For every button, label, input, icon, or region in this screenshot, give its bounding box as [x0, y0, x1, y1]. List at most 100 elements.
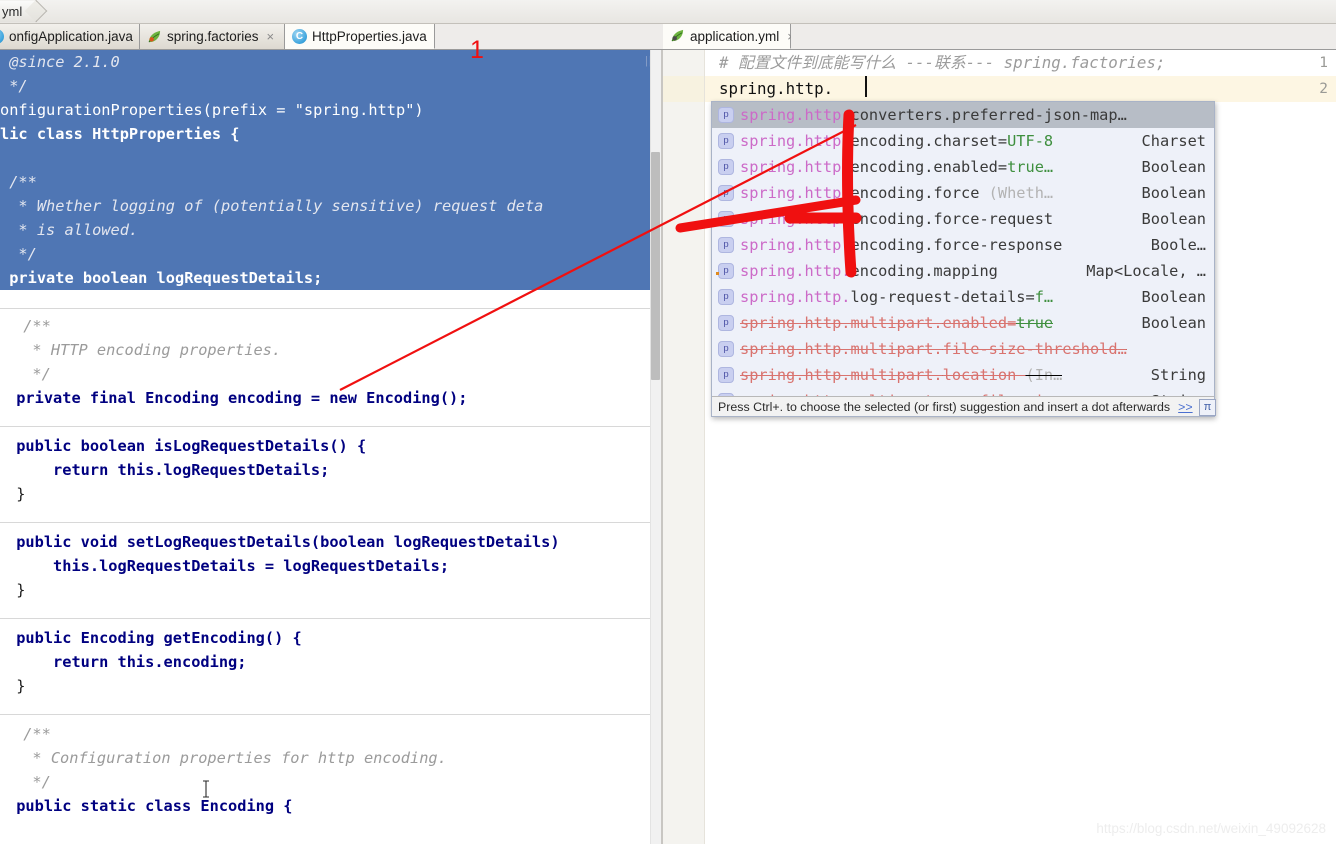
- annotation-number-1: 1: [470, 36, 484, 64]
- completion-item[interactable]: p spring.http.converters.preferred-json-…: [712, 102, 1214, 128]
- breadcrumb[interactable]: yml: [0, 1, 38, 22]
- code-line: }: [7, 581, 26, 599]
- completion-prefix: spring.http.: [740, 106, 851, 124]
- ide-window: yml C onfigApplication.java × spring.fac…: [0, 0, 1336, 844]
- completion-rest: file-size-threshold…: [942, 340, 1127, 358]
- completion-rest: converters.preferred-json-map…: [850, 106, 1127, 124]
- property-icon: p: [718, 133, 734, 149]
- code-line: this.logRequestDetails = logRequestDetai…: [7, 557, 450, 575]
- completion-rest: encoding.force-request: [850, 210, 1054, 228]
- property-icon: p: [718, 367, 734, 383]
- completion-value: true…: [1007, 158, 1054, 176]
- completion-prefix: spring.http.: [740, 236, 851, 254]
- completion-prefix: spring.http.multipart.: [740, 366, 943, 384]
- tab-label: application.yml: [690, 28, 780, 44]
- text-cursor-icon: [202, 780, 210, 798]
- completion-hint: (In…: [1025, 366, 1063, 384]
- completion-prefix: spring.http.: [740, 184, 851, 202]
- completion-type: Charset: [1141, 132, 1206, 150]
- tab-application-yml[interactable]: application.yml ×: [663, 24, 795, 49]
- completion-hint: (Wheth…: [988, 184, 1054, 202]
- completion-item-deprecated[interactable]: p spring.http.multipart.location (In… St…: [712, 362, 1214, 388]
- code-line: return this.logRequestDetails;: [7, 461, 330, 479]
- completion-item[interactable]: p spring.http.encoding.charset=UTF-8 Cha…: [712, 128, 1214, 154]
- code-line: */: [0, 77, 28, 95]
- completion-item[interactable]: p spring.http.log-request-details=f… Boo…: [712, 284, 1214, 310]
- code-fold-separator: [0, 522, 650, 523]
- completion-prefix: spring.http.: [740, 262, 851, 280]
- tab-label: onfigApplication.java: [9, 29, 133, 44]
- completion-type: Boolean: [1141, 184, 1206, 202]
- current-line-gutter-highlight: [663, 76, 705, 102]
- completion-footer-text: Press Ctrl+. to choose the selected (or …: [718, 399, 1171, 414]
- yaml-line-comment: # 配置文件到底能写什么 ---联系--- spring.factories;: [719, 53, 1166, 72]
- completion-prefix: spring.http.multipart.: [740, 314, 943, 332]
- spring-leaf-icon: [147, 30, 162, 44]
- tab-label: spring.factories: [167, 29, 259, 44]
- code-line: * Configuration properties for http enco…: [14, 749, 447, 767]
- code-line: @since 2.1.0: [0, 53, 120, 71]
- code-line: */: [0, 245, 37, 263]
- tab-spring-factories[interactable]: spring.factories ×: [140, 24, 285, 49]
- property-icon: p: [718, 237, 734, 253]
- code-fold-separator: [0, 618, 650, 619]
- completion-rest: encoding.mapping: [850, 262, 998, 280]
- completion-value: true: [1016, 314, 1054, 332]
- tab-http-properties-java[interactable]: C HttpProperties.java ×: [285, 24, 442, 49]
- completion-rest: location: [942, 366, 1026, 384]
- completion-item-deprecated[interactable]: p spring.http.multipart.enabled=true Boo…: [712, 310, 1214, 336]
- completion-type: Map<Locale, …: [1086, 262, 1206, 280]
- property-icon: p: [718, 341, 734, 357]
- line-number: 1: [1319, 55, 1328, 71]
- completion-type: Boolean: [1141, 314, 1206, 332]
- completion-item[interactable]: p spring.http.encoding.force (Wheth… Boo…: [712, 180, 1214, 206]
- completion-type: Boolean: [1141, 158, 1206, 176]
- code-line: public boolean isLogRequestDetails() {: [7, 437, 367, 455]
- completion-item[interactable]: p spring.http.encoding.force-request Boo…: [712, 206, 1214, 232]
- property-icon: p: [718, 289, 734, 305]
- code-line: public static class Encoding {: [7, 797, 293, 815]
- left-code-editor[interactable]: @since 2.1.0 */ onfigurationProperties(p…: [0, 50, 650, 844]
- completion-item[interactable]: p spring.http.encoding.force-response Bo…: [712, 232, 1214, 258]
- completion-item[interactable]: p spring.http.encoding.enabled=true… Boo…: [712, 154, 1214, 180]
- code-line: /**: [0, 173, 37, 191]
- completion-prefix: spring.http.: [740, 158, 851, 176]
- code-line: public void setLogRequestDetails(boolean…: [7, 533, 560, 551]
- close-icon[interactable]: ×: [267, 29, 275, 44]
- line-number: 2: [1319, 81, 1328, 97]
- code-line: lic class HttpProperties {: [0, 125, 240, 143]
- property-icon: p: [718, 107, 734, 123]
- yaml-line-key: spring.http.: [719, 79, 834, 98]
- code-completion-popup[interactable]: p spring.http.converters.preferred-json-…: [711, 101, 1215, 417]
- property-icon: p: [718, 185, 734, 201]
- code-line: }: [7, 485, 26, 503]
- line-number-gutter: [663, 50, 705, 844]
- breadcrumb-bar: yml: [0, 0, 1336, 24]
- code-line: * Whether logging of (potentially sensit…: [0, 197, 544, 215]
- completion-prefix: spring.http.: [740, 288, 851, 306]
- editor-tab-bar: C onfigApplication.java × spring.factori…: [0, 24, 1336, 50]
- java-class-icon: C: [0, 29, 4, 44]
- completion-footer-more-link[interactable]: >>: [1178, 400, 1192, 414]
- code-line: /**: [14, 725, 51, 743]
- code-line: }: [7, 677, 26, 695]
- watermark: https://blog.csdn.net/weixin_49092628: [1096, 821, 1326, 836]
- pi-badge-icon[interactable]: π: [1199, 399, 1216, 416]
- code-line: * is allowed.: [0, 221, 139, 239]
- code-line: return this.encoding;: [7, 653, 247, 671]
- code-line: private boolean logRequestDetails;: [0, 269, 323, 287]
- code-line: public Encoding getEncoding() {: [7, 629, 302, 647]
- java-class-icon: C: [292, 28, 307, 44]
- code-line: */: [14, 773, 51, 791]
- completion-item-deprecated[interactable]: p spring.http.multipart.file-size-thresh…: [712, 336, 1214, 362]
- completion-type: Boolean: [1141, 288, 1206, 306]
- completion-rest: log-request-details=: [850, 288, 1035, 306]
- code-line: */: [14, 365, 51, 383]
- code-fold-separator: [0, 308, 650, 309]
- tab-bar-filler-right: [791, 24, 1336, 49]
- completion-item[interactable]: p spring.http.encoding.mapping Map<Local…: [712, 258, 1214, 284]
- tab-config-application-java[interactable]: C onfigApplication.java ×: [0, 24, 148, 49]
- completion-type: Boolean: [1141, 210, 1206, 228]
- left-editor-scrollbar-thumb[interactable]: [651, 152, 660, 380]
- completion-rest: enabled=: [942, 314, 1017, 332]
